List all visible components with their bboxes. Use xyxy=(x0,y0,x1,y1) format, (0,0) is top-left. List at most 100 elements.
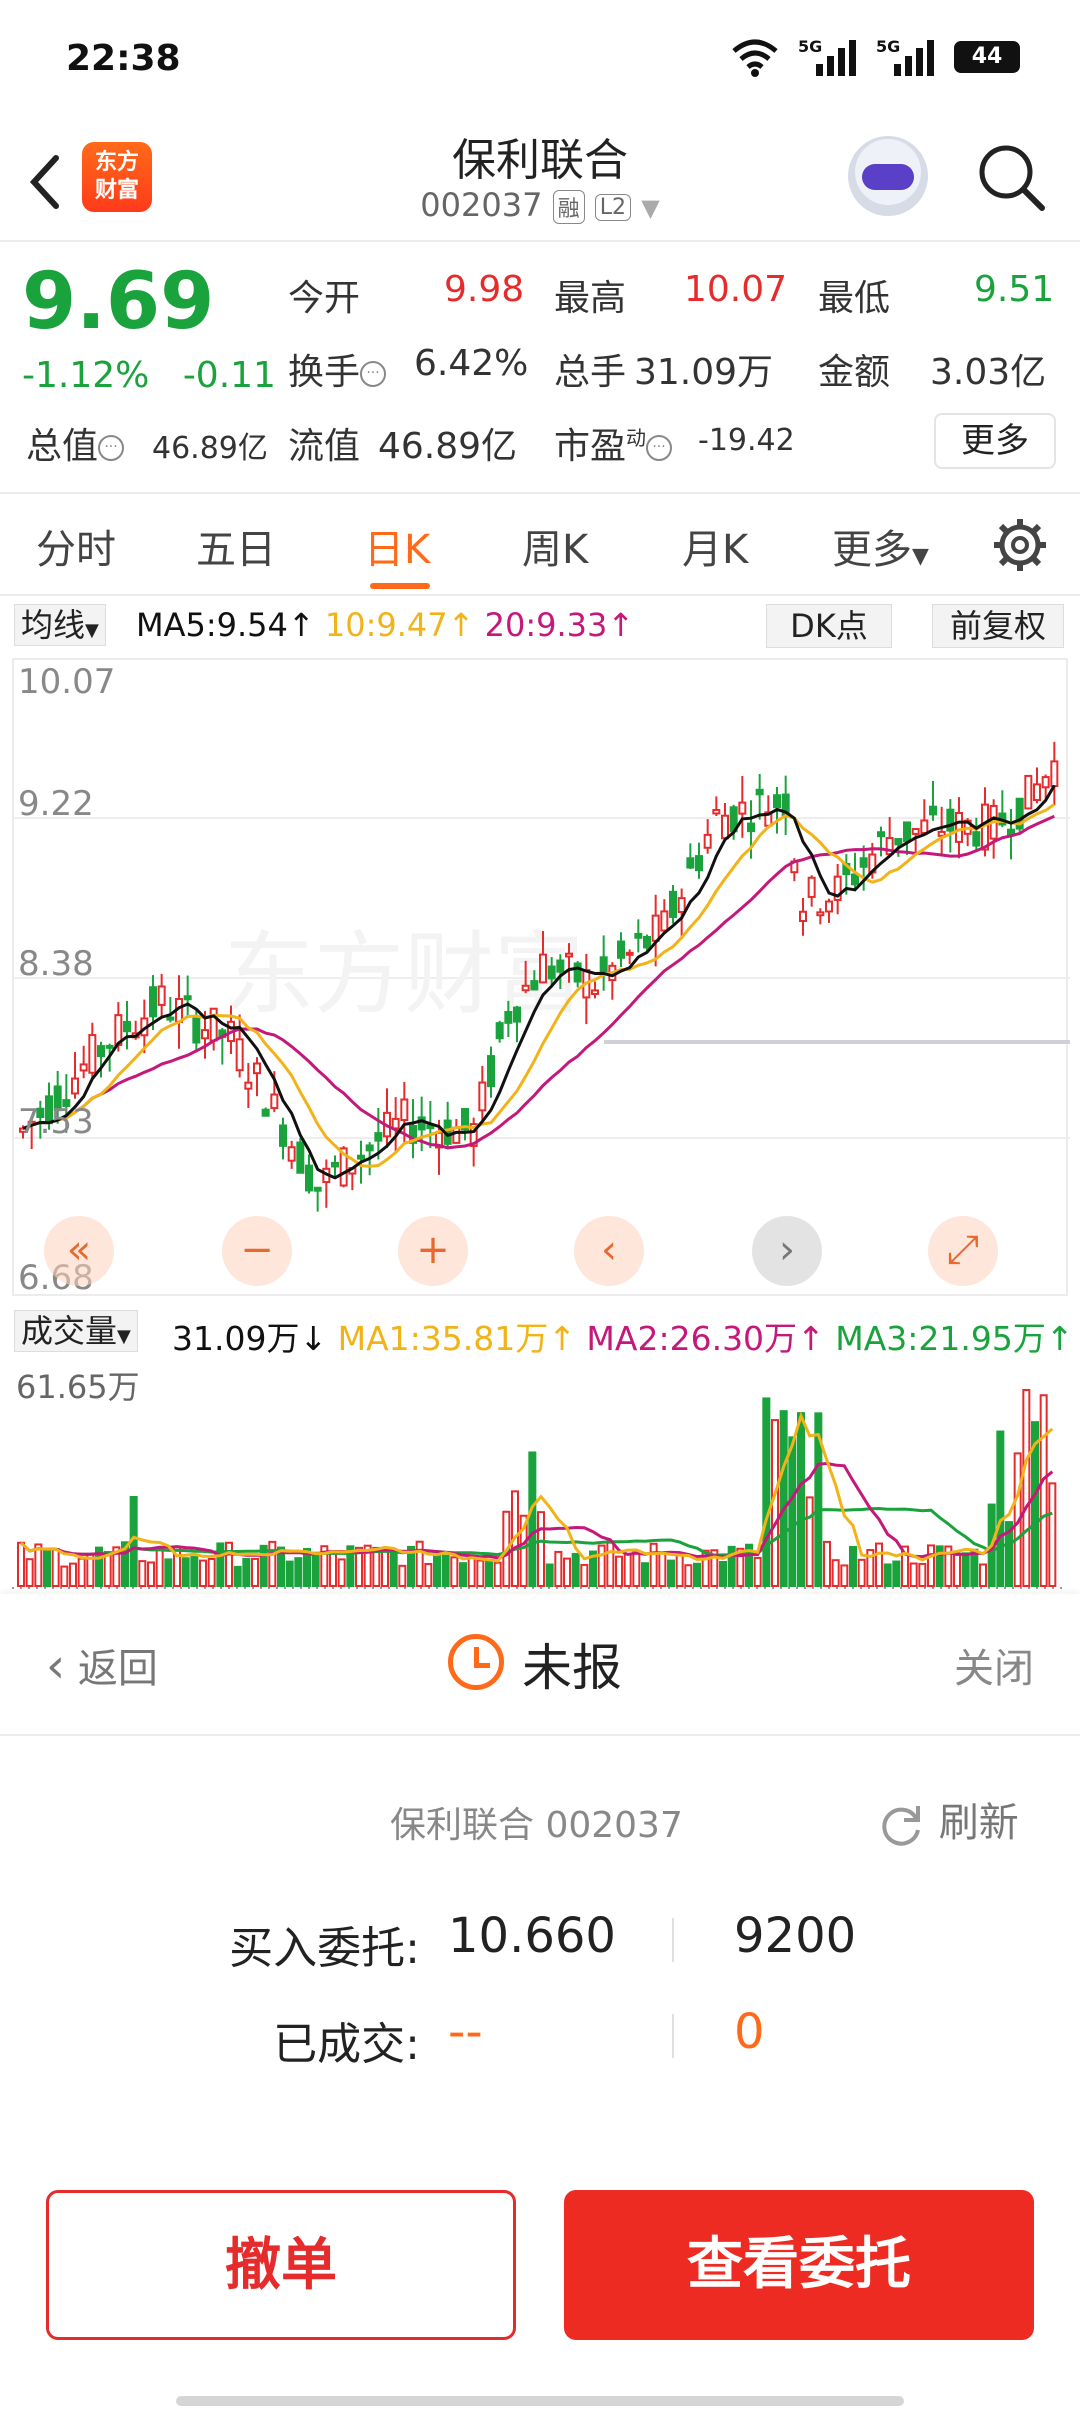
y-label-2: 9.22 xyxy=(18,784,94,824)
volume-bar xyxy=(753,1556,762,1588)
volume-bar xyxy=(762,1397,771,1588)
home-indicator[interactable] xyxy=(176,2396,904,2406)
candlestick-chart[interactable]: 东方财富 10.07 9.22 8.38 7.53 6.68 « − + ‹ ›… xyxy=(12,658,1070,1298)
candle-body xyxy=(235,1038,244,1072)
volume-bar xyxy=(476,1559,485,1588)
scroll-left-icon[interactable]: ‹ xyxy=(574,1216,644,1286)
zoom-in-icon[interactable]: + xyxy=(398,1216,468,1286)
margin-tag: 融 xyxy=(552,190,585,224)
candle-body xyxy=(929,805,937,816)
candle-body xyxy=(123,1020,131,1033)
volume-bar xyxy=(181,1557,190,1588)
price-adjust-button[interactable]: 前复权 xyxy=(932,604,1064,648)
y-label-3: 8.38 xyxy=(18,944,94,984)
candle-body xyxy=(599,956,608,973)
candle-body xyxy=(677,897,686,914)
candle-body xyxy=(591,989,599,995)
candle-body xyxy=(331,1161,339,1168)
candle-body xyxy=(478,1081,487,1112)
open-label: 今开 xyxy=(288,278,361,319)
candle-body xyxy=(97,1045,105,1058)
volume-bar xyxy=(554,1550,563,1587)
ma5-value: MA5:9.54↑ xyxy=(136,606,315,644)
volume-bar xyxy=(424,1563,433,1587)
refresh-button[interactable]: 刷新 xyxy=(876,1790,1019,1850)
candle-body xyxy=(565,952,573,958)
volume-bar xyxy=(909,1562,918,1588)
candle-body xyxy=(1041,776,1050,789)
volume-bars xyxy=(17,1389,1057,1588)
more-dots-icon[interactable]: ··· xyxy=(98,435,125,461)
gear-icon[interactable] xyxy=(990,515,1050,575)
candle-body xyxy=(1033,783,1041,802)
tab-monthly-k[interactable]: 月K xyxy=(682,517,748,575)
volume-bar xyxy=(857,1558,866,1588)
tab-more[interactable]: 更多▼ xyxy=(832,517,929,575)
separator xyxy=(672,1918,674,1962)
chevron-down-icon: ▼ xyxy=(641,194,660,222)
volume-bar xyxy=(77,1557,86,1588)
volume-bar xyxy=(225,1541,233,1587)
candle-body xyxy=(851,873,859,886)
turnover-label: 换手 ··· xyxy=(288,343,387,395)
volume-bar xyxy=(667,1559,675,1587)
quote-panel: 9.69 -1.12% -0.11 今开 9.98 最高 10.07 最低 9.… xyxy=(0,243,1080,493)
candle-body xyxy=(920,819,929,835)
filled-label: 已成交: xyxy=(273,2019,420,2070)
ma-select[interactable]: 均线▼ xyxy=(14,604,106,646)
volume-bar xyxy=(571,1552,580,1588)
search-icon[interactable] xyxy=(972,138,1052,218)
volume-bar xyxy=(961,1552,970,1587)
signal-5g-icon: 5G xyxy=(798,37,856,76)
candle-body xyxy=(504,1011,513,1024)
candle-body xyxy=(400,1098,409,1122)
candle-body xyxy=(495,1022,504,1040)
volume-bar xyxy=(840,1564,849,1587)
back-link[interactable]: ‹ 返回 xyxy=(46,1636,158,1694)
candle-body xyxy=(825,900,833,913)
candle-body xyxy=(747,822,755,833)
candle-body xyxy=(955,811,963,843)
more-dots-icon[interactable]: ··· xyxy=(360,361,387,387)
buy-order-price: 10.660 xyxy=(448,1908,616,1964)
tab-intraday[interactable]: 分时 xyxy=(36,517,116,575)
dk-point-button[interactable]: DK点 xyxy=(766,604,892,648)
tab-weekly-k[interactable]: 周K xyxy=(522,517,588,575)
volume-select[interactable]: 成交量▼ xyxy=(14,1310,138,1352)
tab-five-day[interactable]: 五日 xyxy=(196,517,276,575)
zoom-out-icon[interactable]: − xyxy=(222,1216,292,1286)
candle-body xyxy=(105,1044,114,1049)
volume-chart[interactable]: 61.65万 xyxy=(12,1358,1068,1590)
fullscreen-icon[interactable]: ⤢ xyxy=(928,1216,998,1286)
candle-body xyxy=(703,833,712,849)
more-dots-icon[interactable]: ··· xyxy=(646,435,673,461)
volume-bar xyxy=(675,1553,684,1588)
candle-body xyxy=(755,788,764,796)
candle-body xyxy=(807,876,816,898)
volume-bar xyxy=(823,1540,831,1587)
volume-bar xyxy=(459,1562,467,1587)
volume-bar xyxy=(268,1540,277,1587)
pe-label-text: 市盈 xyxy=(554,426,627,467)
cancel-order-button[interactable]: 撤单 xyxy=(46,2190,516,2340)
tab-daily-k[interactable]: 日K xyxy=(364,517,430,575)
buy-order-label: 买入委托: xyxy=(229,1923,420,1974)
scroll-right-icon[interactable]: › xyxy=(752,1216,822,1286)
scroll-far-left-icon[interactable]: « xyxy=(44,1216,114,1286)
market-cap-label-text: 总值 xyxy=(26,426,99,467)
current-price: 9.69 xyxy=(22,257,215,347)
stock-header: 东方 财富 保利联合 002037 融 L2 ▼ xyxy=(0,110,1080,240)
candle-body xyxy=(201,1029,209,1040)
order-status-title: 未报 xyxy=(522,1639,622,1697)
volume-bar xyxy=(43,1548,51,1588)
candle-body xyxy=(617,940,625,959)
more-quote-button[interactable]: 更多 xyxy=(934,413,1056,469)
assistant-robot-icon[interactable] xyxy=(848,136,928,216)
volume-bar xyxy=(563,1557,571,1588)
close-link[interactable]: 关闭 xyxy=(954,1636,1034,1694)
view-orders-button[interactable]: 查看委托 xyxy=(564,2190,1034,2340)
stock-code: 002037 xyxy=(420,186,543,224)
candle-body xyxy=(209,1007,218,1042)
volume-bar xyxy=(849,1545,857,1588)
candle-body xyxy=(651,914,660,942)
